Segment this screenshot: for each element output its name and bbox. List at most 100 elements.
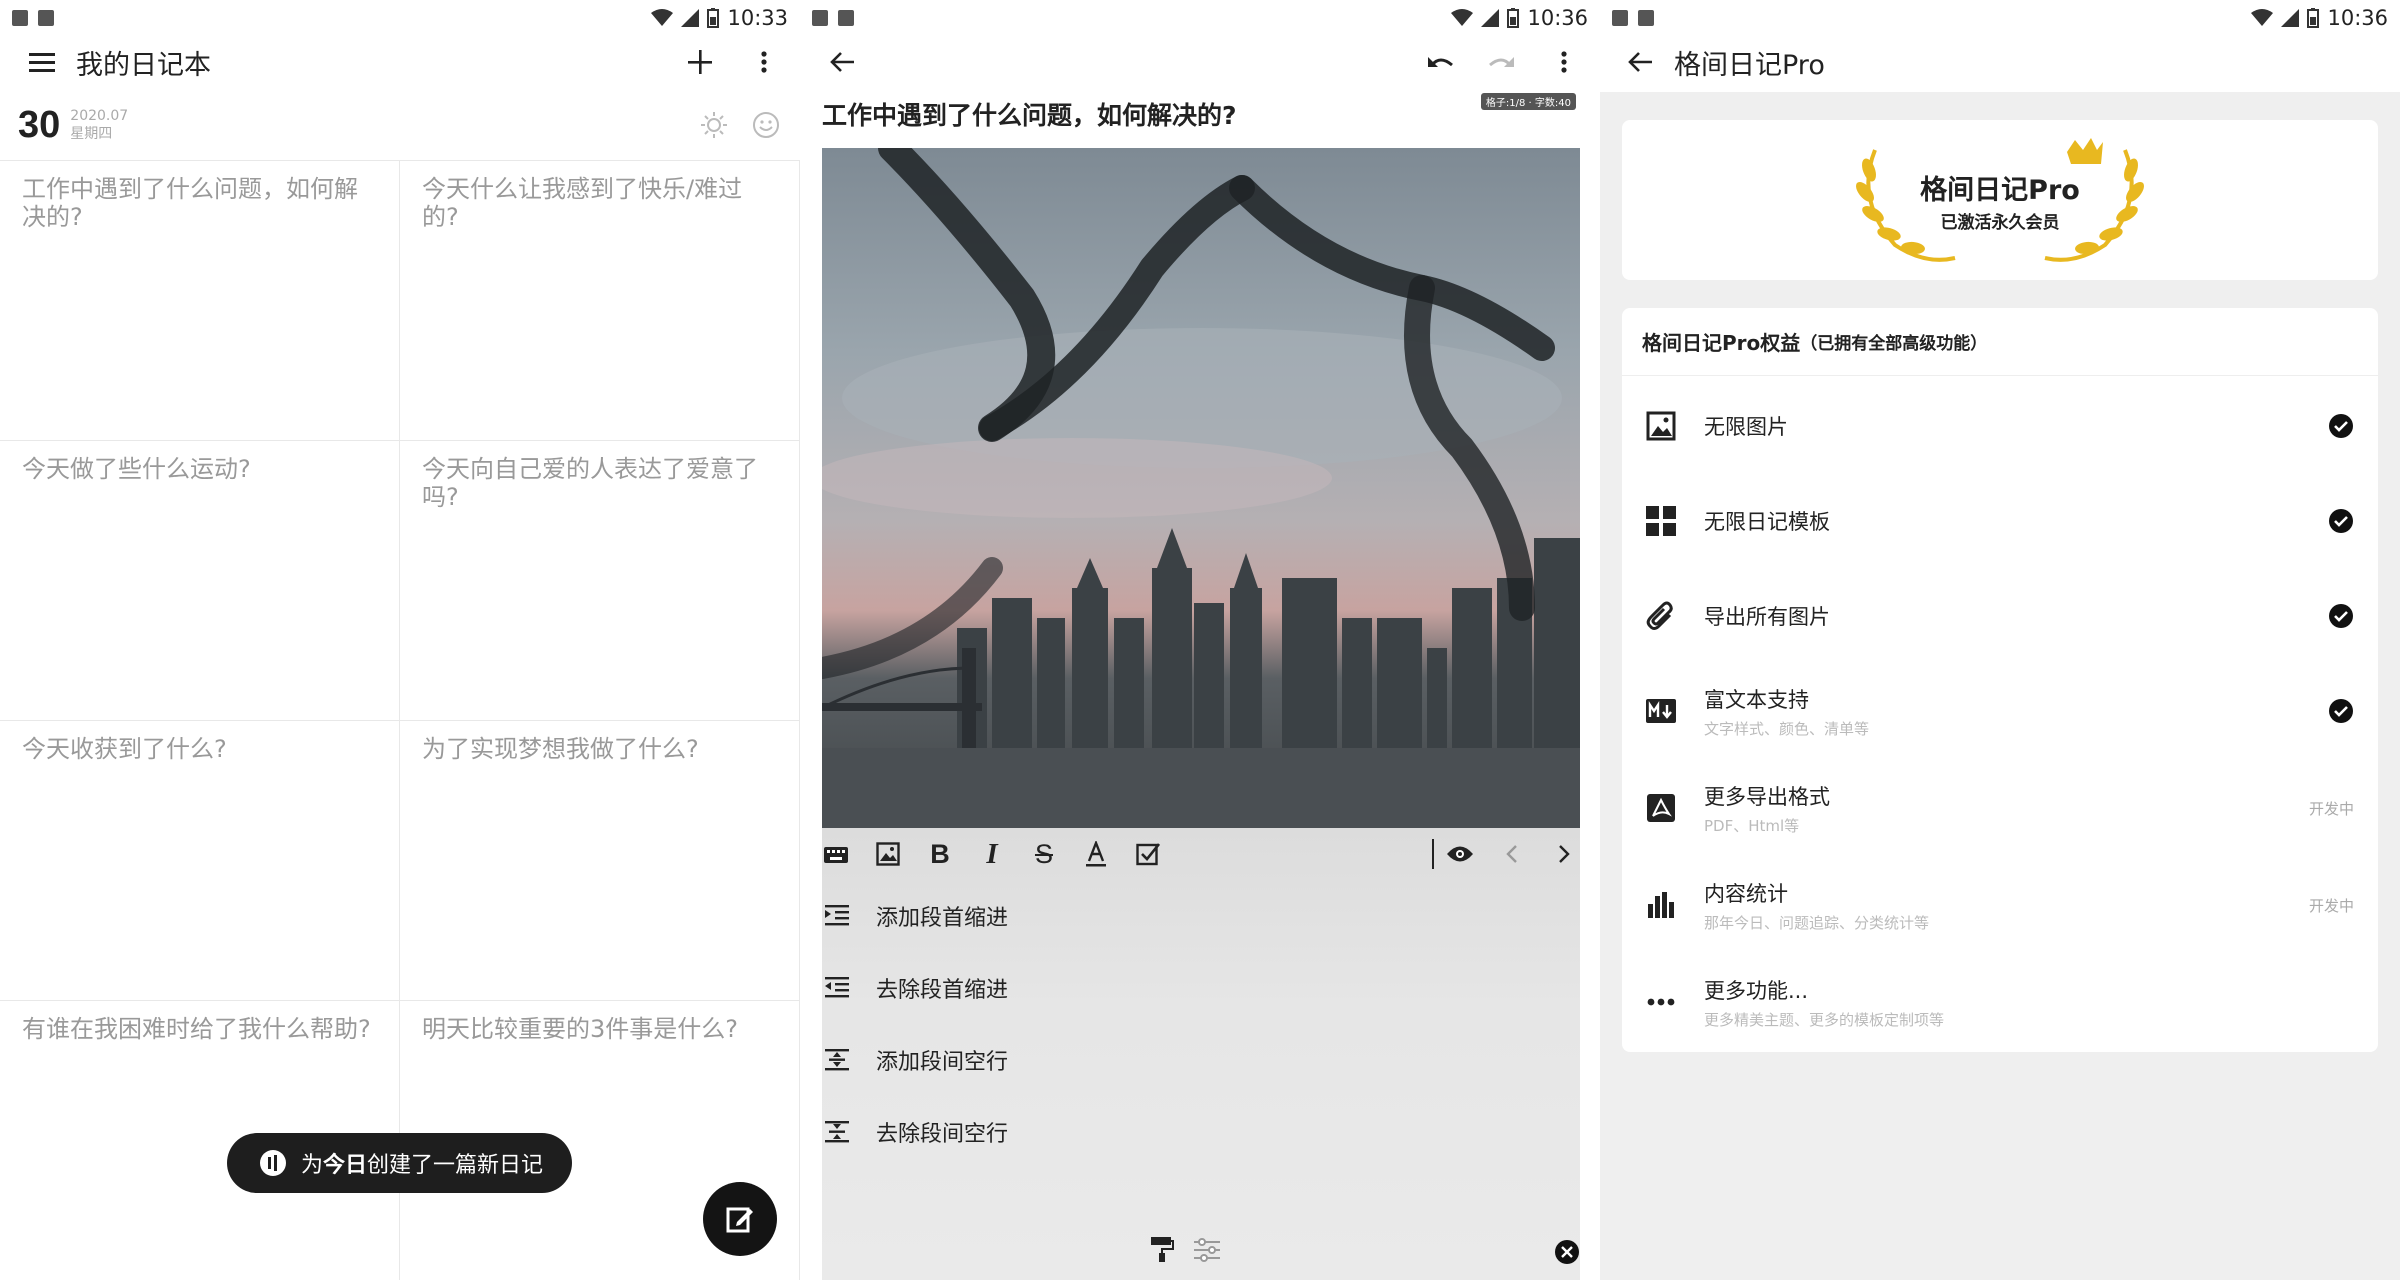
app-notification-icon <box>38 10 54 26</box>
pro-screen: 10:36 格间日记Pro 格间日记Pro 已激活永久会员 格间日记Pro权益 … <box>1600 0 2400 1280</box>
italic-icon[interactable]: I <box>966 830 1018 878</box>
strikethrough-icon[interactable]: S <box>1018 830 1070 878</box>
grid-cell[interactable]: 今天什么让我感到了快乐/难过的? <box>400 161 800 441</box>
more-vert-icon[interactable] <box>740 38 788 86</box>
back-arrow-icon[interactable] <box>818 38 866 86</box>
keyboard-icon[interactable] <box>810 830 862 878</box>
clock: 10:36 <box>1527 6 1588 30</box>
snackbar: 为今日 创建了一篇新日记 <box>227 1133 572 1193</box>
cell-prompt: 今天收获到了什么? <box>22 735 227 763</box>
checklist-icon[interactable] <box>1122 830 1174 878</box>
top-app-bar <box>800 36 1600 88</box>
check-circle-icon <box>2329 414 2353 438</box>
compose-button[interactable] <box>703 1182 777 1256</box>
city-photo[interactable] <box>822 148 1580 828</box>
pdf-icon <box>1644 794 1678 822</box>
menu-remove-spacing[interactable]: 去除段间空行 <box>822 1102 1008 1162</box>
cell-prompt: 今天什么让我感到了快乐/难过的? <box>422 175 743 231</box>
redo-icon[interactable] <box>1478 38 1526 86</box>
edit-icon <box>726 1207 753 1233</box>
top-app-bar: 格间日记Pro <box>1600 36 2400 88</box>
back-arrow-icon[interactable] <box>1616 38 1664 86</box>
menu-remove-indent[interactable]: 去除段首缩进 <box>822 958 1008 1018</box>
more-vert-icon[interactable] <box>1540 38 1588 86</box>
bold-icon[interactable]: B <box>914 830 966 878</box>
benefits-card: 格间日记Pro权益 （已拥有全部高级功能） 无限图片 无限日记模板 导出所有图片 … <box>1622 308 2378 1052</box>
image-icon <box>1644 411 1678 441</box>
cell-prompt: 今天做了些什么运动? <box>22 455 251 483</box>
close-icon[interactable] <box>1555 1240 1579 1268</box>
markdown-icon <box>1644 699 1678 723</box>
diary-screen: 10:33 我的日记本 30 2020.07 星期四 工作中遇到了什么问题，如何… <box>0 0 800 1280</box>
feature-row[interactable]: 更多功能... 更多精美主题、更多的模板定制项等 <box>1622 954 2378 1050</box>
feature-name: 更多功能... <box>1704 978 1809 1003</box>
signal-icon <box>681 9 700 27</box>
cell-prompt: 工作中遇到了什么问题，如何解决的? <box>22 175 358 231</box>
clock: 10:36 <box>2327 6 2388 30</box>
wifi-icon <box>2251 9 2274 26</box>
text-color-icon[interactable] <box>1070 830 1122 878</box>
pro-title: 格间日记Pro <box>1920 175 2080 206</box>
preview-eye-icon[interactable] <box>1434 830 1486 878</box>
question-title: 工作中遇到了什么问题，如何解决的? <box>822 101 1237 130</box>
editor-screen: 10:36 格子:1/8 · 字数:40 工作中遇到了什么问题，如何解决的? B… <box>800 0 1600 1280</box>
indent-decrease-icon <box>825 977 849 998</box>
top-app-bar: 我的日记本 <box>0 36 800 88</box>
chevron-left-icon[interactable] <box>1486 830 1538 878</box>
menu-icon[interactable] <box>18 38 66 86</box>
add-icon[interactable] <box>676 38 724 86</box>
image-notification-icon <box>1612 10 1628 26</box>
feature-row[interactable]: 内容统计那年今日、问题追踪、分类统计等 开发中 <box>1622 857 2378 953</box>
bar-chart-icon <box>1644 892 1678 918</box>
feature-name: 富文本支持 <box>1704 687 1809 712</box>
menu-add-spacing[interactable]: 添加段间空行 <box>822 1030 1008 1090</box>
page-title: 我的日记本 <box>76 49 211 81</box>
feature-row[interactable]: 富文本支持 文字样式、颜色、清单等 <box>1622 663 2378 759</box>
menu-label: 添加段间空行 <box>876 1050 1009 1075</box>
grid-cell[interactable]: 今天收获到了什么? <box>0 721 400 1001</box>
cell-prompt: 今天向自己爱的人表达了爱意了吗? <box>422 455 758 511</box>
feature-name: 内容统计 <box>1704 881 1788 906</box>
cell-prompt: 有谁在我困难时给了我什么帮助? <box>22 1015 371 1043</box>
menu-add-indent[interactable]: 添加段首缩进 <box>822 886 1008 946</box>
app-notification-icon <box>838 10 854 26</box>
battery-icon <box>707 8 720 28</box>
format-toolbar: B I S <box>810 830 1590 878</box>
mood-smile-icon[interactable] <box>752 111 780 139</box>
check-circle-icon <box>2329 509 2353 533</box>
paint-roller-icon[interactable] <box>1150 1236 1174 1266</box>
grid-cell[interactable]: 今天向自己爱的人表达了爱意了吗? <box>400 441 800 721</box>
feature-status: 开发中 <box>2308 896 2354 915</box>
feature-row[interactable]: 无限图片 <box>1622 378 2378 474</box>
year-month: 2020.07 <box>70 108 129 124</box>
feature-row[interactable]: 无限日记模板 <box>1622 473 2378 569</box>
grid-cell[interactable]: 工作中遇到了什么问题，如何解决的? <box>0 161 400 441</box>
chevron-right-icon[interactable] <box>1538 830 1590 878</box>
status-bar: 10:33 <box>0 0 800 36</box>
weather-sun-icon[interactable] <box>700 111 728 139</box>
sliders-icon[interactable] <box>1194 1238 1220 1266</box>
wifi-icon <box>651 9 674 26</box>
membership-status: 已激活永久会员 <box>1940 213 2060 233</box>
benefits-note: （已拥有全部高级功能） <box>1800 334 1988 354</box>
indent-increase-icon <box>825 905 849 926</box>
feature-desc: 那年今日、问题追踪、分类统计等 <box>1704 913 1930 932</box>
insert-image-icon[interactable] <box>862 830 914 878</box>
status-bar: 10:36 <box>800 0 1600 36</box>
feature-row[interactable]: 导出所有图片 <box>1622 568 2378 664</box>
feature-name: 无限日记模板 <box>1704 510 1830 534</box>
feature-status: 开发中 <box>2308 799 2354 818</box>
snackbar-suffix: 创建了一篇新日记 <box>367 1153 544 1178</box>
feature-name: 无限图片 <box>1704 415 1788 439</box>
feature-row[interactable]: 更多导出格式 PDF、Html等 开发中 <box>1622 760 2378 856</box>
line-spacing-remove-icon <box>825 1121 849 1143</box>
image-notification-icon <box>812 10 828 26</box>
grid-icon <box>1644 506 1678 536</box>
menu-label: 去除段首缩进 <box>876 978 1009 1003</box>
undo-icon[interactable] <box>1416 38 1464 86</box>
date-meta: 2020.07 星期四 <box>70 107 128 143</box>
image-notification-icon <box>12 10 28 26</box>
grid-cell[interactable]: 为了实现梦想我做了什么? <box>400 721 800 1001</box>
grid-cell[interactable]: 今天做了些什么运动? <box>0 441 400 721</box>
cell-prompt: 明天比较重要的3件事是什么? <box>422 1015 739 1043</box>
